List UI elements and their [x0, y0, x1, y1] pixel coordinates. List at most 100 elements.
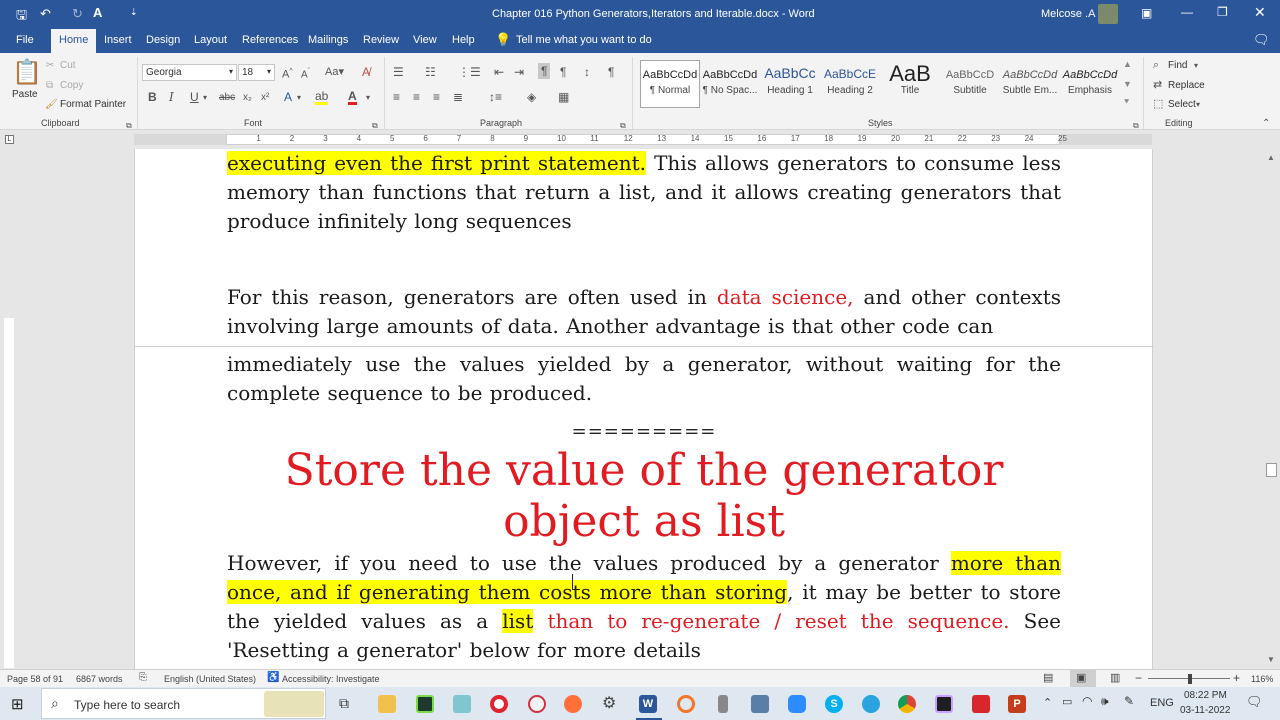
grow-font-icon[interactable]: A^ [282, 65, 293, 82]
telegram-icon[interactable] [862, 695, 880, 713]
align-left-icon[interactable]: ≡ [393, 90, 400, 104]
maximize-icon[interactable]: ❐ [1217, 5, 1228, 19]
subscript-icon[interactable]: x₂ [243, 91, 252, 105]
minimize-icon[interactable]: — [1181, 5, 1193, 19]
usb-drive-icon[interactable] [718, 695, 728, 713]
task-view-icon[interactable]: ⧉ [339, 695, 349, 712]
firefox-icon[interactable] [564, 695, 582, 713]
justify-icon[interactable]: ≣ [453, 90, 463, 104]
font-name-box[interactable]: Georgia ▾ [142, 64, 237, 81]
section-heading[interactable]: Store the value of the generator object … [227, 445, 1061, 547]
paragraph-4[interactable]: However, if you need to use the values p… [227, 549, 1061, 665]
styles-more-icon[interactable]: ⯆ [1123, 95, 1130, 109]
opera-icon[interactable] [490, 695, 508, 713]
vertical-ruler[interactable] [4, 318, 14, 668]
paragraph-1[interactable]: executing even the first print statement… [227, 149, 1061, 236]
web-layout-icon[interactable]: ▥ [1110, 671, 1120, 684]
font-color-icon[interactable]: A [348, 90, 357, 105]
avatar[interactable] [1098, 4, 1118, 24]
chrome-icon[interactable] [898, 695, 916, 713]
print-layout-icon[interactable]: ▣ [1076, 671, 1086, 684]
align-center-icon[interactable]: ≡ [413, 90, 420, 104]
language-indicator[interactable]: ENG [1150, 697, 1174, 709]
zoom-out-icon[interactable]: − [1135, 671, 1142, 685]
decrease-indent-icon[interactable]: ⇤ [494, 65, 504, 79]
highlight-icon[interactable]: ab [315, 90, 329, 105]
replace-icon[interactable]: ⇄ [1153, 78, 1162, 92]
chevron-down-icon[interactable]: ▾ [1194, 59, 1198, 73]
tab-layout[interactable]: Layout [194, 34, 227, 46]
chevron-down-icon[interactable]: ▾ [366, 91, 370, 105]
taskbar-search-box[interactable]: ⌕ Type here to search [41, 688, 326, 719]
app-icon[interactable] [453, 695, 471, 713]
tab-help[interactable]: Help [452, 34, 475, 46]
accessibility-icon[interactable]: ♿ [267, 672, 279, 683]
align-right-icon[interactable]: ≡ [433, 90, 440, 104]
read-mode-icon[interactable]: ▤ [1043, 671, 1053, 684]
replace-label[interactable]: Replace [1168, 80, 1205, 91]
ltr-icon[interactable]: ¶ [538, 63, 551, 79]
find-icon[interactable]: ⌕ [1153, 58, 1159, 72]
zoom-level[interactable]: 116% [1251, 674, 1273, 684]
tab-view[interactable]: View [413, 34, 437, 46]
chevron-down-icon[interactable]: ▾ [267, 67, 271, 76]
customize-qat-icon[interactable]: ⇣ [130, 7, 138, 18]
style-no-spacing[interactable]: AaBbCcDd ¶ No Spac... [700, 61, 760, 107]
select-label[interactable]: Select [1168, 99, 1196, 110]
notifications-icon[interactable]: 🗨 [1246, 694, 1263, 710]
style-heading-1[interactable]: AaBbCc Heading 1 [760, 61, 820, 107]
wifi-icon[interactable]: ◠ [1082, 694, 1092, 708]
find-label[interactable]: Find [1168, 60, 1187, 71]
acrobat-icon[interactable] [972, 695, 990, 713]
snipping-tool-icon[interactable] [528, 695, 546, 713]
app-icon[interactable] [935, 695, 953, 713]
superscript-icon[interactable]: x² [261, 91, 269, 105]
shading-icon[interactable]: ◈ [527, 90, 536, 104]
save-icon[interactable]: 🖫 [16, 6, 27, 28]
tab-design[interactable]: Design [146, 34, 180, 46]
paragraph-3[interactable]: immediately use the values yielded by a … [227, 350, 1061, 408]
copy-icon[interactable]: ⧉ [46, 79, 53, 93]
chevron-down-icon[interactable]: ▾ [203, 91, 207, 105]
scroll-thumb[interactable] [1266, 463, 1277, 477]
show-marks-icon[interactable]: ¶ [608, 65, 614, 79]
windows-start-icon[interactable]: ⊞ [11, 695, 24, 713]
accessibility-status[interactable]: Accessibility: Investigate [282, 674, 380, 684]
line-spacing-icon[interactable]: ↕≡ [489, 90, 502, 104]
tell-me-box[interactable]: Tell me what you want to do [516, 34, 652, 46]
chevron-up-icon[interactable]: ⌃ [1043, 696, 1052, 709]
format-painter-label[interactable]: Format Painter [60, 99, 126, 110]
format-painter-icon[interactable]: 🖌 [45, 98, 58, 112]
chevron-down-icon[interactable]: ▾ [1196, 98, 1200, 112]
cut-icon[interactable]: ✂ [46, 59, 54, 73]
tab-file[interactable]: File [16, 34, 34, 46]
chevron-down-icon[interactable]: ▾ [297, 91, 301, 105]
volume-icon[interactable]: 🕪 [1101, 694, 1109, 709]
multilevel-list-icon[interactable]: ⋮☰ [458, 65, 481, 79]
rtl-icon[interactable]: ¶ [560, 65, 566, 79]
select-icon[interactable]: ⬚ [1153, 97, 1163, 111]
italic-icon[interactable]: I [169, 90, 174, 104]
increase-indent-icon[interactable]: ⇥ [514, 65, 524, 79]
shrink-font-icon[interactable]: Aˇ [301, 65, 310, 82]
underline-icon[interactable]: U [190, 90, 199, 104]
bold-icon[interactable]: B [148, 90, 157, 104]
style-normal[interactable]: AaBbCcDd ¶ Normal [640, 61, 700, 107]
style-emphasis[interactable]: AaBbCcDd Emphasis [1060, 61, 1120, 107]
zoom-app-icon[interactable] [788, 695, 806, 713]
style-subtle-emphasis[interactable]: AaBbCcDd Subtle Em... [1000, 61, 1060, 107]
proofing-icon[interactable]: ⎘ [139, 672, 147, 683]
zoom-slider-thumb[interactable] [1188, 674, 1192, 684]
settings-icon[interactable]: ⚙ [602, 693, 616, 713]
paste-icon[interactable]: 📋 [12, 59, 42, 87]
change-case-icon[interactable]: Aa▾ [325, 65, 344, 79]
word-count[interactable]: 6867 words [76, 674, 123, 684]
scroll-up-icon[interactable]: ▲ [1267, 153, 1275, 162]
style-heading-2[interactable]: AaBbCcE Heading 2 [820, 61, 880, 107]
undo-icon[interactable]: ↶ [40, 6, 51, 22]
tab-insert[interactable]: Insert [104, 34, 132, 46]
paste-label[interactable]: Paste [12, 89, 38, 100]
skype-icon[interactable]: S [825, 695, 843, 713]
collapse-ribbon-icon[interactable]: ⌃ [1262, 117, 1270, 131]
tab-selector-icon[interactable]: L [5, 135, 14, 144]
